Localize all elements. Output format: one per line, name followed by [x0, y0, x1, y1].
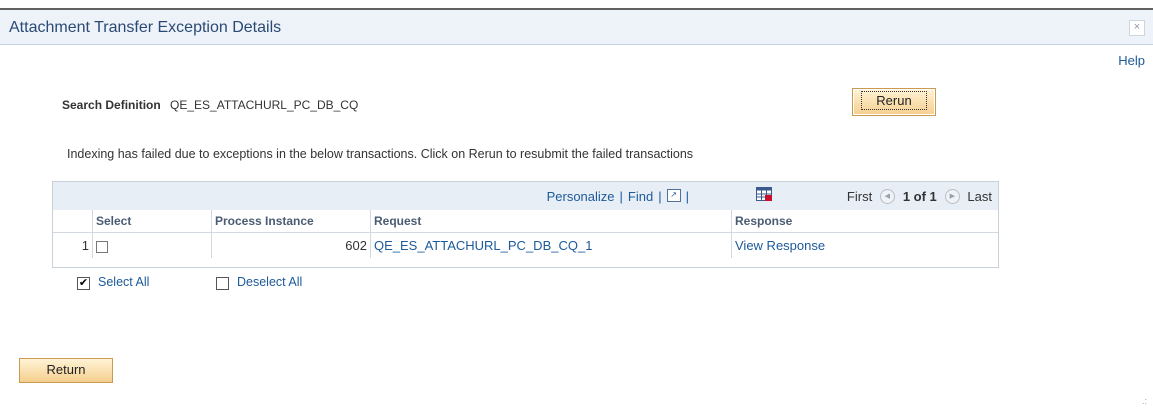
dialog-title: Attachment Transfer Exception Details — [9, 19, 282, 36]
request-link[interactable]: QE_ES_ATTACHURL_PC_DB_CQ_1 — [374, 238, 592, 253]
previous-arrow-icon[interactable]: ◀ — [879, 189, 895, 205]
personalize-link[interactable]: Personalize — [547, 189, 615, 204]
select-all-link[interactable]: Select All — [98, 275, 149, 289]
select-all-control[interactable]: ✔ Select All — [77, 275, 149, 291]
return-button-label: Return — [46, 362, 86, 377]
next-arrow-icon[interactable]: ▶ — [944, 189, 960, 205]
dialog-title-bar: Attachment Transfer Exception Details × — [0, 10, 1153, 45]
deselect-all-control[interactable]: Deselect All — [216, 275, 302, 291]
row-number: 1 — [81, 238, 89, 253]
resize-grip-icon[interactable]: .: — [1142, 396, 1147, 406]
top-strip — [0, 0, 1153, 10]
close-icon[interactable]: × — [1129, 20, 1145, 36]
rerun-button[interactable]: Rerun — [852, 88, 936, 116]
table-row: 1 602 QE_ES_ATTACHURL_PC_DB_CQ_1 View Re… — [53, 232, 998, 258]
return-button[interactable]: Return — [19, 358, 113, 383]
column-header-select[interactable]: Select — [92, 210, 212, 233]
transactions-table: Select Process Instance Request Response… — [53, 210, 998, 258]
view-all-icon[interactable]: ↗ — [666, 189, 681, 203]
response-cell: View Response — [731, 232, 998, 258]
search-definition: Search Definition QE_ES_ATTACHURL_PC_DB_… — [62, 98, 358, 112]
deselect-all-link[interactable]: Deselect All — [237, 275, 302, 289]
search-definition-value: QE_ES_ATTACHURL_PC_DB_CQ — [170, 98, 359, 112]
download-grid-icon[interactable] — [756, 187, 772, 201]
help-link[interactable]: Help — [1118, 53, 1145, 68]
find-link[interactable]: Find — [628, 189, 653, 204]
select-cell — [92, 232, 212, 258]
row-number-header — [53, 210, 93, 233]
page-count: 1 of 1 — [902, 189, 937, 204]
rerun-button-label: Rerun — [861, 91, 927, 110]
deselect-all-checkbox[interactable] — [216, 277, 229, 291]
column-header-response[interactable]: Response — [731, 210, 998, 233]
column-header-process-instance[interactable]: Process Instance — [211, 210, 371, 233]
column-header-request[interactable]: Request — [370, 210, 732, 233]
first-label: First — [846, 189, 873, 204]
transactions-grid: Personalize | Find | ↗ | First ◀ 1 of 1 ▶ Last … — [52, 181, 999, 268]
process-instance-cell: 602 — [211, 232, 371, 258]
info-message: Indexing has failed due to exceptions in… — [67, 147, 694, 161]
grid-pager: First ◀ 1 of 1 ▶ Last — [847, 189, 992, 205]
select-all-checkbox[interactable]: ✔ — [77, 277, 90, 291]
last-label: Last — [967, 189, 992, 204]
view-response-link[interactable]: View Response — [735, 238, 825, 253]
row-select-checkbox[interactable] — [96, 240, 108, 253]
grid-nav-links: Personalize | Find | ↗ | — [546, 189, 689, 204]
request-cell: QE_ES_ATTACHURL_PC_DB_CQ_1 — [370, 232, 732, 258]
search-definition-label: Search Definition — [62, 98, 161, 112]
grid-navigation-bar: Personalize | Find | ↗ | First ◀ 1 of 1 ▶ Last — [53, 182, 998, 210]
